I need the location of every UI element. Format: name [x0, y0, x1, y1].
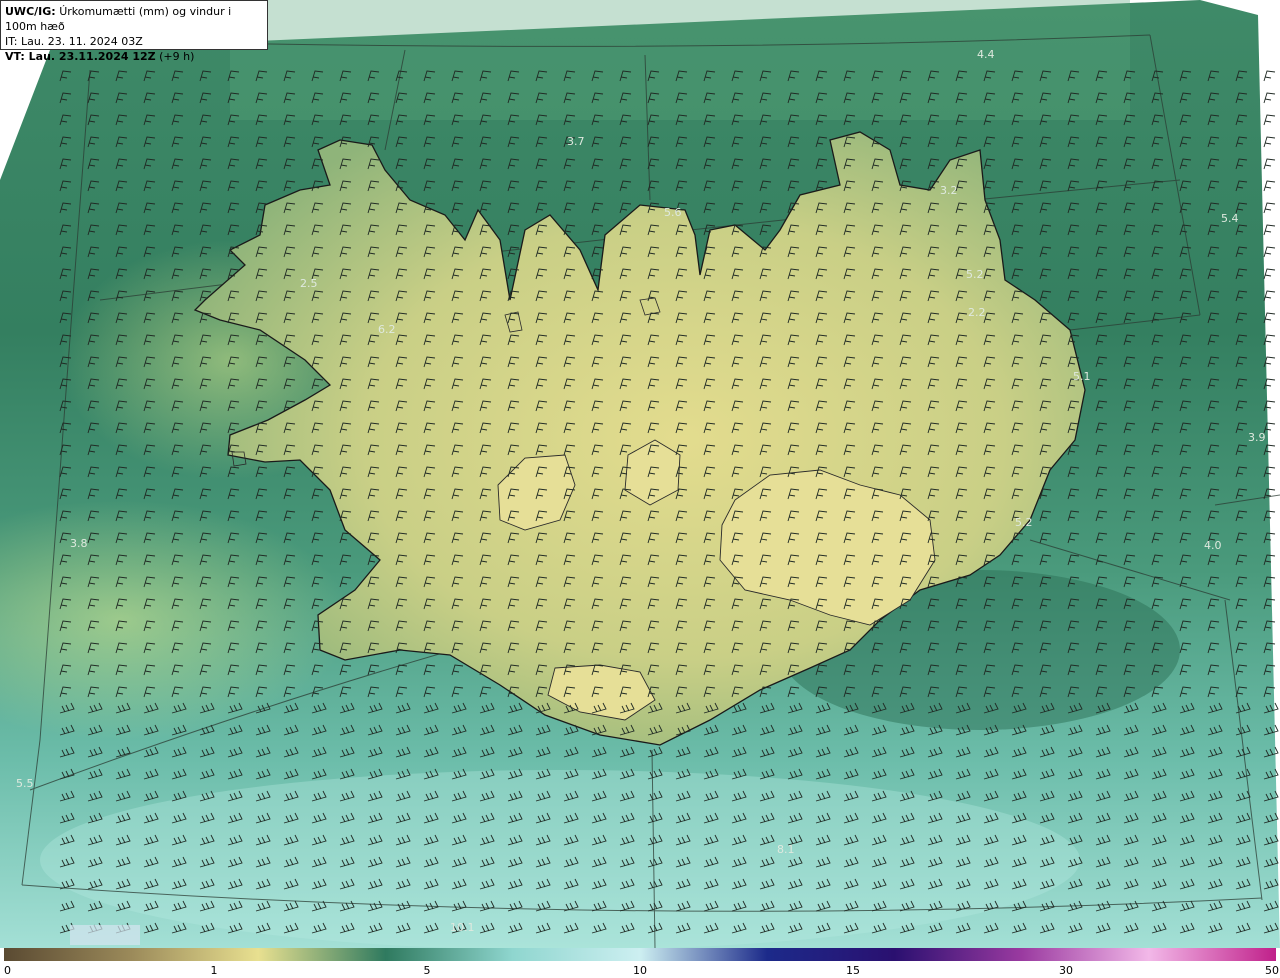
value-label: 5.6 — [664, 206, 682, 219]
value-label: 8.1 — [777, 843, 795, 856]
colorbar-tick: 5 — [423, 964, 431, 977]
value-label: 10.1 — [450, 921, 475, 934]
colorbar-gradient — [4, 948, 1276, 961]
colorbar-tick: 50 — [1265, 964, 1279, 977]
valid-offset: (+9 h) — [159, 50, 195, 63]
value-label: 5.4 — [1221, 212, 1239, 225]
value-label: 5.1 — [1073, 370, 1091, 383]
product-line: UWC/IG: Úrkomumætti (mm) og vindur i 100… — [5, 4, 263, 34]
colorbar-tick: 0 — [4, 964, 11, 977]
value-label: 4.4 — [977, 48, 995, 61]
weather-map: 4.4 3.7 5.6 3.2 5.4 5.2 2.2 2.5 6.2 5.1 … — [0, 0, 1280, 948]
value-label: 6.2 — [378, 323, 396, 336]
value-label: 5.5 — [16, 777, 34, 790]
colorbar-tick: 1 — [210, 964, 218, 977]
bottom-snow-patch — [70, 925, 140, 945]
valid-time-line: VT: Lau. 23.11.2024 12Z (+9 h) — [5, 49, 263, 64]
map-info-box: UWC/IG: Úrkomumætti (mm) og vindur i 100… — [0, 0, 268, 63]
colorbar-tick: 30 — [1059, 964, 1073, 977]
value-label: 3.7 — [567, 135, 585, 148]
value-label: 3.8 — [70, 537, 88, 550]
colorbar-tick: 15 — [846, 964, 860, 977]
value-label: 3.2 — [940, 184, 958, 197]
issue-time: IT: Lau. 23. 11. 2024 03Z — [5, 35, 143, 48]
value-label: 2.2 — [968, 306, 986, 319]
valid-time: VT: Lau. 23.11.2024 12Z — [5, 50, 156, 63]
product-code: UWC/IG: — [5, 5, 56, 18]
colorbar: 0 1 5 10 15 30 50 — [0, 948, 1280, 978]
value-label: 5.2 — [966, 268, 984, 281]
colorbar-tick: 10 — [633, 964, 647, 977]
value-label: 3.9 — [1248, 431, 1266, 444]
value-label: 2.5 — [300, 277, 318, 290]
value-label: 4.0 — [1204, 539, 1222, 552]
value-label: 5.2 — [1015, 516, 1033, 529]
